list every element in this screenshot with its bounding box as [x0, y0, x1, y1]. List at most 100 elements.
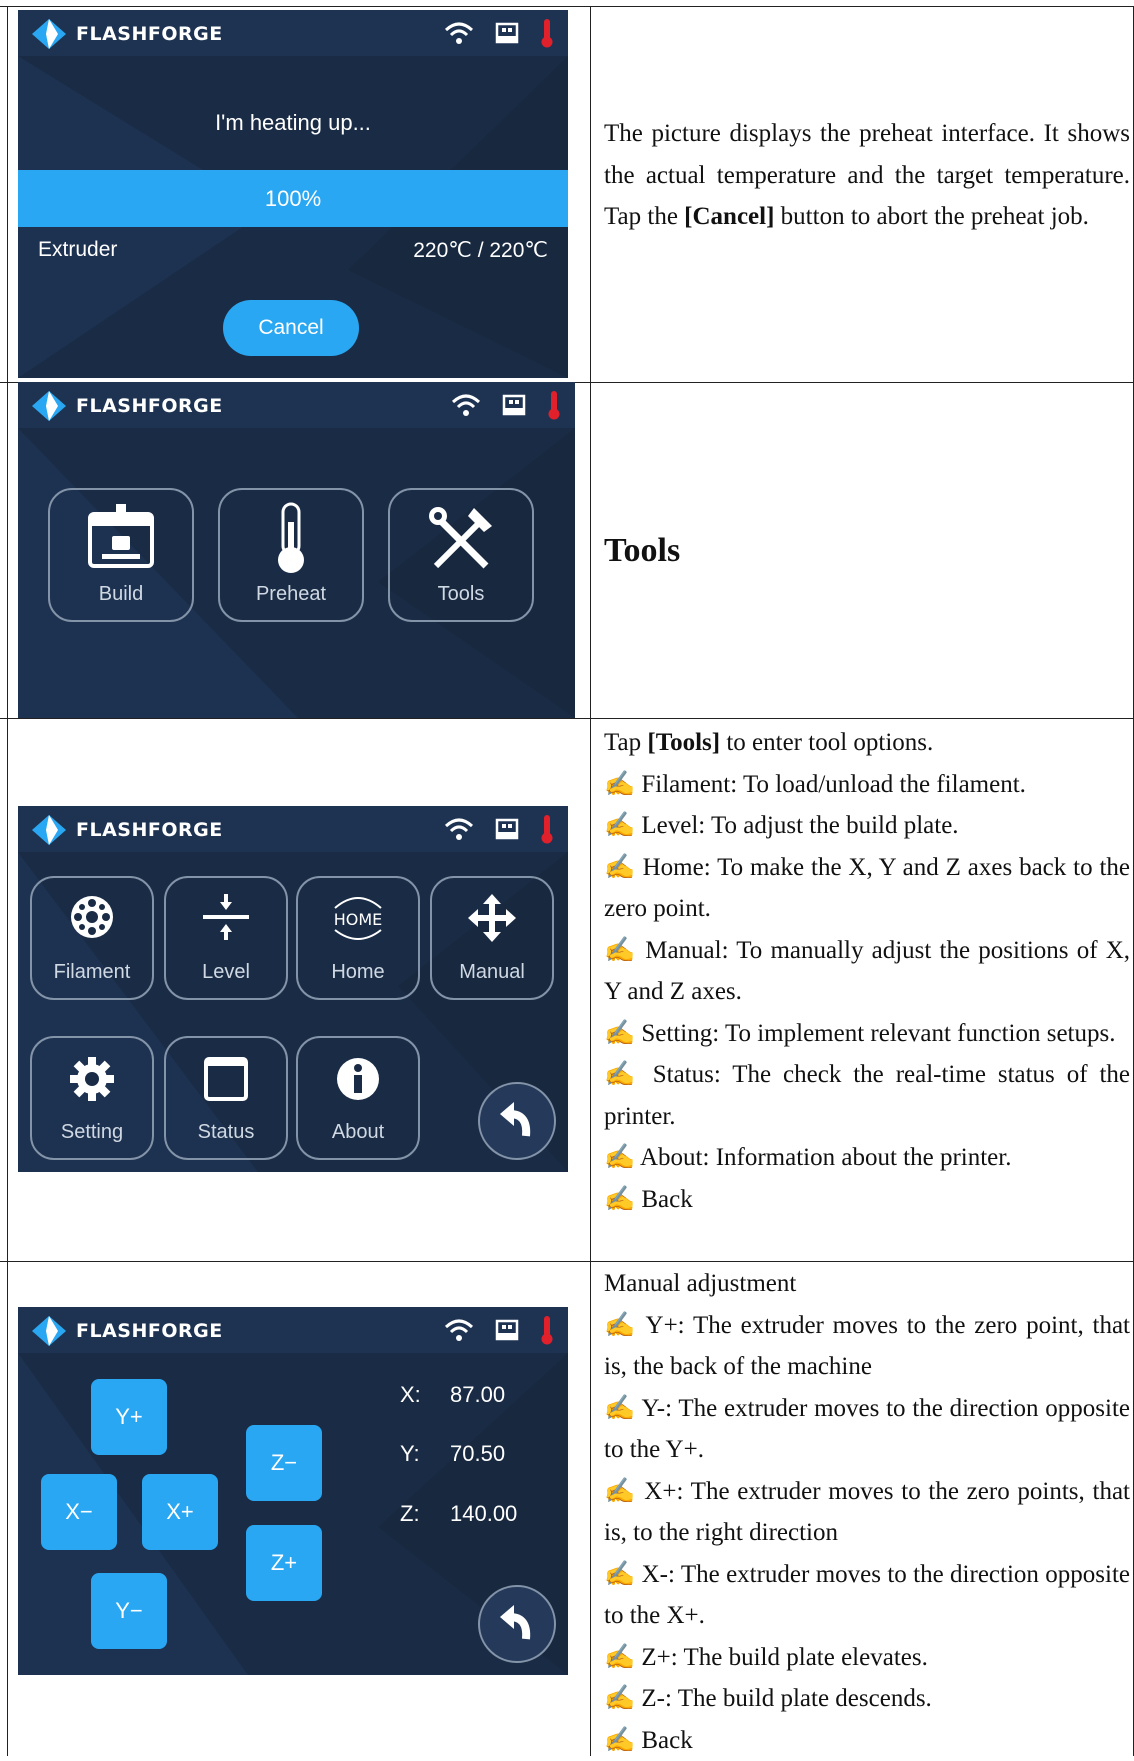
wifi-icon: [444, 1317, 474, 1343]
usb-icon: [494, 20, 520, 46]
top-bar: FLASHFORGE: [18, 1307, 568, 1353]
list-item: ✍ Z+: The build plate elevates.: [604, 1637, 1130, 1679]
row-divider-2: [0, 718, 1134, 719]
manual-intro: Manual adjustment: [604, 1263, 1130, 1305]
thermometer-icon: [540, 18, 554, 48]
setting-button[interactable]: Setting: [30, 1036, 154, 1160]
printer-icon: [86, 504, 156, 570]
brand-logo: FLASHFORGE: [32, 20, 223, 48]
manual-screen: FLASHFORGE Y+ X− X+ Y− Z− Z+ X: 87.00 Y:…: [18, 1307, 568, 1675]
back-button[interactable]: [478, 1585, 556, 1663]
flashforge-logo-icon: [32, 815, 66, 845]
list-item: ✍ X+: The extruder moves to the zero poi…: [604, 1471, 1130, 1554]
back-button[interactable]: [478, 1082, 556, 1160]
list-item: ✍ Back: [604, 1179, 1130, 1221]
z-coordinate-value: 140.00: [450, 1501, 517, 1527]
level-icon: [201, 894, 251, 940]
filament-button[interactable]: Filament: [30, 876, 154, 1000]
column-divider: [590, 6, 591, 1756]
y-plus-button[interactable]: Y+: [91, 1379, 167, 1455]
wifi-icon: [451, 392, 481, 418]
status-icons: [444, 814, 554, 844]
list-item: ✍ Level: To adjust the build plate.: [604, 805, 1130, 847]
setting-label: Setting: [32, 1121, 152, 1144]
list-item: ✍ X-: The extruder moves to the directio…: [604, 1554, 1130, 1637]
x-plus-button[interactable]: X+: [142, 1474, 218, 1550]
manual-button[interactable]: Manual: [430, 876, 554, 1000]
tools-label: Tools: [390, 583, 532, 606]
status-icons: [444, 18, 554, 48]
back-arrow-icon: [480, 1587, 554, 1661]
tools-intro-post: to enter tool options.: [720, 729, 933, 756]
brand-name: FLASHFORGE: [76, 23, 223, 45]
row-divider-3: [0, 1261, 1134, 1262]
preheat-button[interactable]: Preheat: [218, 488, 364, 622]
brand-name: FLASHFORGE: [76, 1320, 223, 1342]
filament-label: Filament: [32, 961, 152, 984]
gear-icon: [69, 1056, 115, 1102]
level-label: Level: [166, 961, 286, 984]
list-item: ✍ Status: The check the real-time status…: [604, 1054, 1130, 1137]
x-coordinate-value: 87.00: [450, 1382, 505, 1408]
thermometer-icon: [547, 390, 561, 420]
top-bar: FLASHFORGE: [18, 10, 568, 56]
about-label: About: [298, 1121, 418, 1144]
heating-title: I'm heating up...: [18, 110, 568, 136]
list-item: ✍ Back: [604, 1720, 1130, 1761]
move-arrows-icon: [468, 894, 516, 942]
flashforge-logo-icon: [32, 1316, 66, 1346]
flashforge-logo-icon: [32, 391, 66, 421]
y-minus-button[interactable]: Y−: [91, 1573, 167, 1649]
list-item: ✍ Y-: The extruder moves to the directio…: [604, 1388, 1130, 1471]
home-icon: HOME: [323, 892, 393, 942]
usb-icon: [494, 1317, 520, 1343]
manual-description: Manual adjustment ✍ Y+: The extruder mov…: [604, 1263, 1130, 1761]
wifi-icon: [444, 816, 474, 842]
list-item: ✍ About: Information about the printer.: [604, 1137, 1130, 1179]
top-bar: FLASHFORGE: [18, 382, 575, 428]
home-screen: FLASHFORGE Build Preheat Tools: [18, 382, 575, 718]
tools-heading: Tools: [604, 532, 680, 570]
flashforge-logo-icon: [32, 19, 66, 49]
usb-icon: [501, 392, 527, 418]
home-icon-text: HOME: [334, 910, 383, 929]
list-item: ✍ Home: To make the X, Y and Z axes back…: [604, 847, 1130, 930]
cancel-button[interactable]: Cancel: [223, 300, 359, 356]
cancel-keyword: [Cancel]: [684, 203, 774, 230]
tools-description: Tap [Tools] to enter tool options. ✍ Fil…: [604, 722, 1130, 1220]
brand-logo: FLASHFORGE: [32, 1317, 223, 1345]
list-item: ✍ Manual: To manually adjust the positio…: [604, 930, 1130, 1013]
tools-button[interactable]: Tools: [388, 488, 534, 622]
wifi-icon: [444, 20, 474, 46]
info-icon: [335, 1056, 381, 1102]
top-bar: FLASHFORGE: [18, 806, 568, 852]
status-icons: [451, 390, 561, 420]
preheat-screen: FLASHFORGE I'm heating up... 100% Extrud…: [18, 10, 568, 378]
x-minus-button[interactable]: X−: [41, 1474, 117, 1550]
table-border-top: [0, 6, 1134, 7]
filament-spool-icon: [69, 894, 115, 940]
back-arrow-icon: [480, 1084, 554, 1158]
list-item: ✍ Filament: To load/unload the filament.: [604, 764, 1130, 806]
home-button[interactable]: HOME Home: [296, 876, 420, 1000]
status-button[interactable]: Status: [164, 1036, 288, 1160]
status-icons: [444, 1315, 554, 1345]
z-coordinate-label: Z:: [400, 1501, 420, 1527]
tools-screen: FLASHFORGE Filament Level HOME Home Manu…: [18, 806, 568, 1172]
tools-keyword: [Tools]: [647, 729, 720, 756]
level-button[interactable]: Level: [164, 876, 288, 1000]
table-border-left: [7, 6, 8, 1756]
extruder-temperature: 220℃ / 220℃: [413, 238, 548, 263]
tools-intro: Tap [Tools] to enter tool options.: [604, 722, 1130, 764]
list-item: ✍ Z-: The build plate descends.: [604, 1678, 1130, 1720]
z-plus-button[interactable]: Z+: [246, 1525, 322, 1601]
z-minus-button[interactable]: Z−: [246, 1425, 322, 1501]
preheat-desc-post: button to abort the preheat job.: [774, 203, 1089, 230]
thermometer-icon: [540, 814, 554, 844]
extruder-label: Extruder: [38, 238, 117, 262]
build-label: Build: [50, 583, 192, 606]
x-coordinate-label: X:: [400, 1382, 421, 1408]
build-button[interactable]: Build: [48, 488, 194, 622]
status-icon: [203, 1056, 249, 1102]
about-button[interactable]: About: [296, 1036, 420, 1160]
